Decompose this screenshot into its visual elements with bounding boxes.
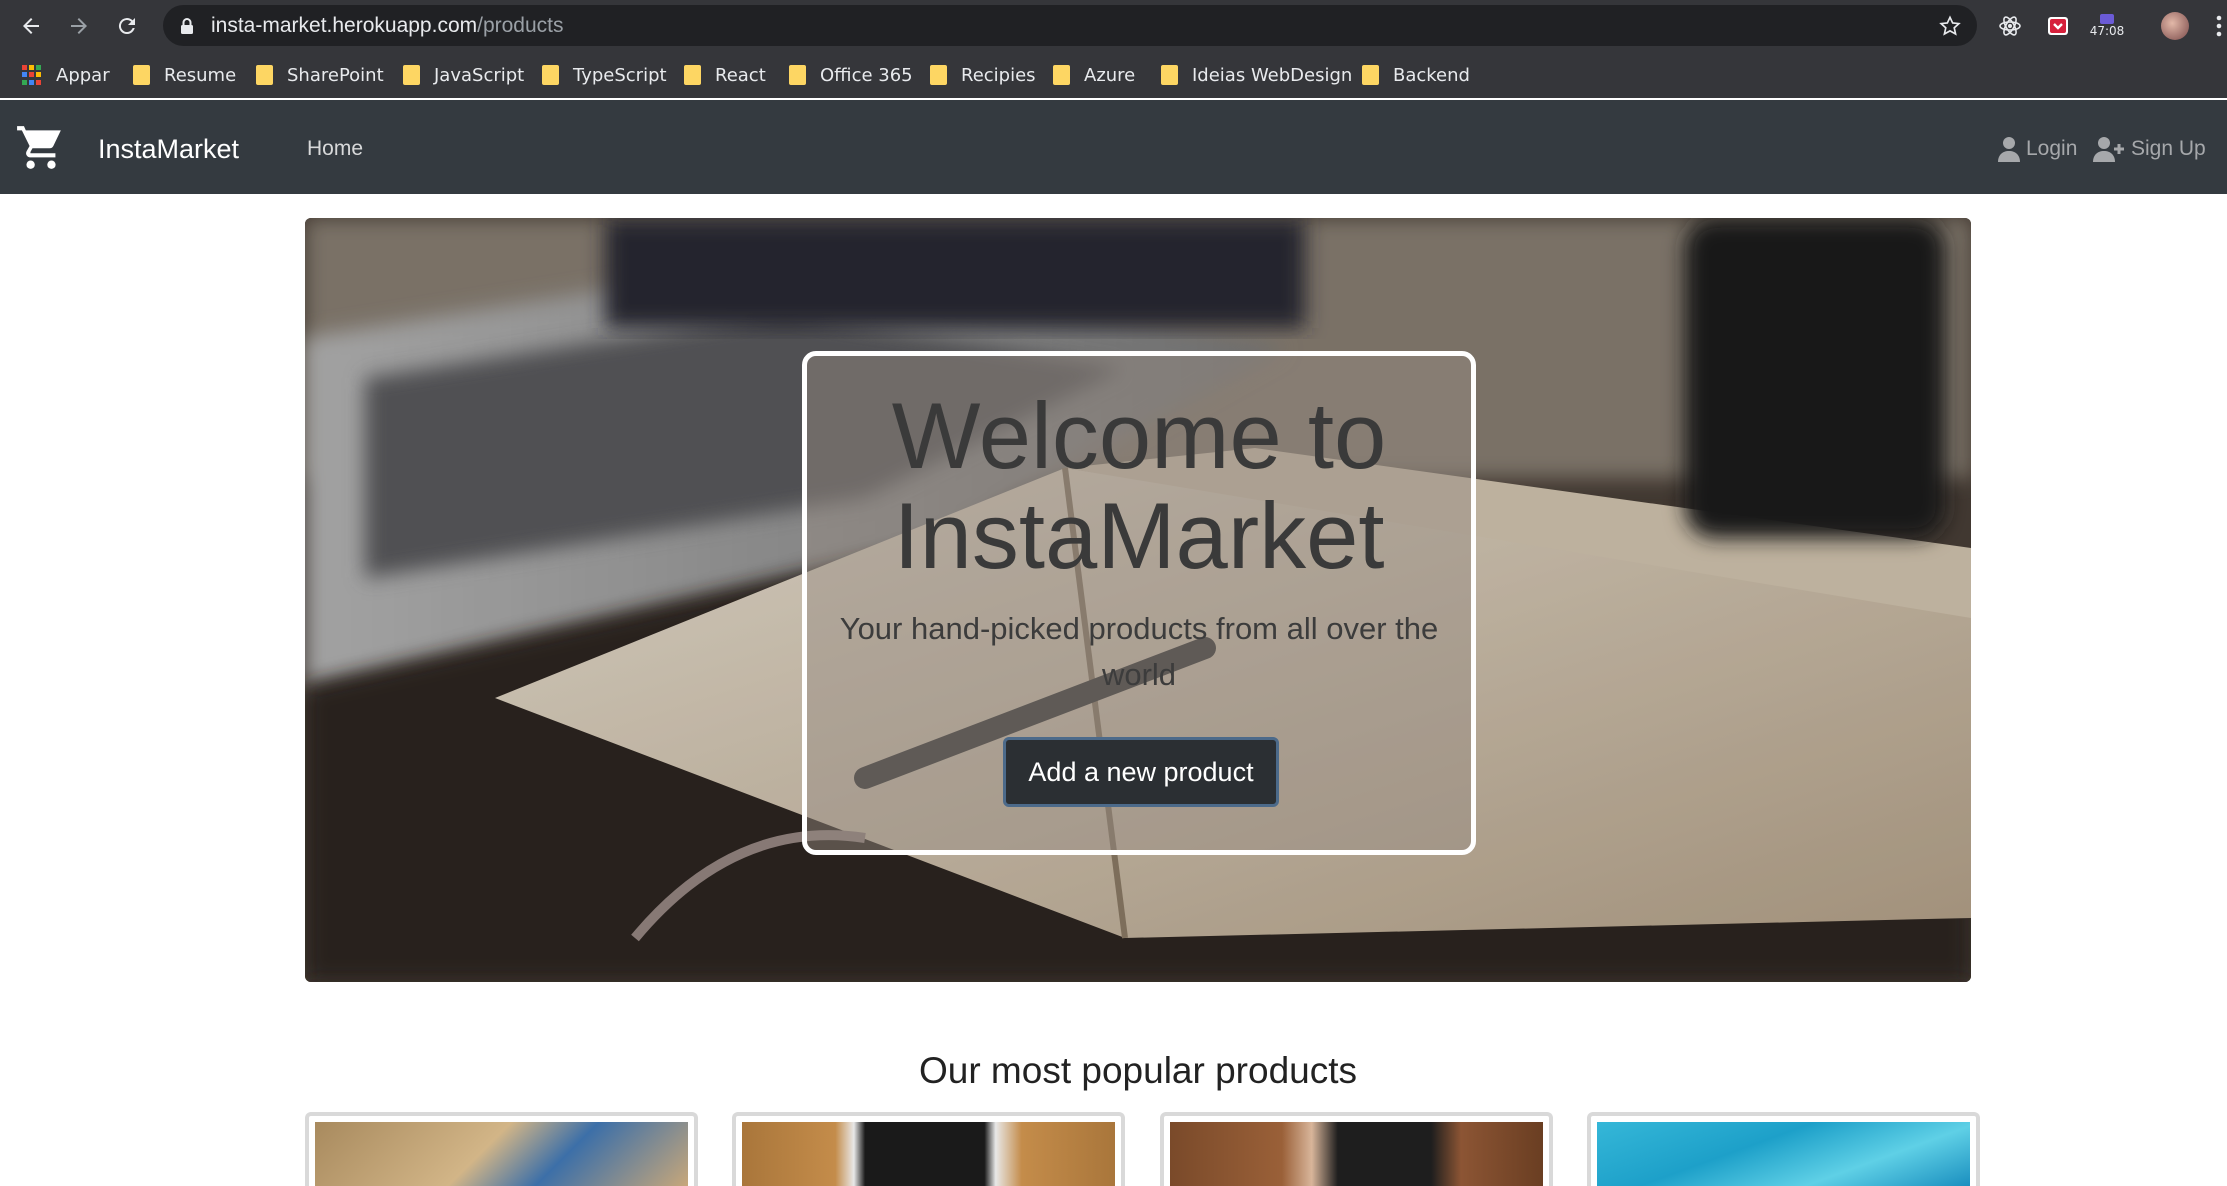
site-navbar: InstaMarket Home Login Sign Up bbox=[0, 100, 2227, 194]
bookmark-label: TypeScript bbox=[573, 64, 667, 86]
forward-arrow-icon bbox=[71, 18, 87, 34]
react-devtools-extension[interactable] bbox=[1995, 11, 2025, 41]
bookmarks-bar: Appar Resume SharePoint JavaScript TypeS… bbox=[0, 52, 2227, 98]
bookmark-label: Office 365 bbox=[820, 64, 913, 86]
nav-link-home[interactable]: Home bbox=[307, 100, 363, 198]
bookmark-sharepoint[interactable]: SharePoint bbox=[256, 52, 384, 98]
bookmark-label: JavaScript bbox=[434, 64, 525, 86]
pocket-extension[interactable] bbox=[2043, 11, 2073, 41]
folder-icon bbox=[133, 65, 150, 85]
signup-link[interactable]: Sign Up bbox=[2093, 100, 2206, 198]
bookmark-javascript[interactable]: JavaScript bbox=[403, 52, 524, 98]
bookmark-label: Ideias WebDesign bbox=[1192, 64, 1353, 86]
product-card[interactable] bbox=[732, 1112, 1125, 1186]
bookmark-star-button[interactable] bbox=[1937, 13, 1963, 39]
folder-icon bbox=[542, 65, 559, 85]
hero-subtitle: Your hand-picked products from all over … bbox=[839, 611, 1439, 692]
timer-extension[interactable]: 47:08 bbox=[2090, 11, 2124, 41]
bookmark-react[interactable]: React bbox=[684, 52, 766, 98]
shopping-cart-icon[interactable] bbox=[15, 122, 65, 172]
login-label: Login bbox=[2026, 137, 2078, 160]
url-path: /products bbox=[477, 14, 564, 37]
forward-button[interactable] bbox=[63, 10, 95, 42]
bookmark-label: React bbox=[715, 64, 766, 86]
browser-menu-button[interactable] bbox=[2210, 11, 2227, 41]
bookmark-typescript[interactable]: TypeScript bbox=[542, 52, 667, 98]
bookmark-appar[interactable]: Appar bbox=[22, 52, 110, 98]
lock-icon bbox=[181, 18, 193, 34]
back-arrow-icon bbox=[23, 18, 39, 34]
browser-toolbar: insta-market.herokuapp.com/products 47:0… bbox=[0, 0, 2227, 52]
url-text[interactable]: insta-market.herokuapp.com/products bbox=[211, 5, 564, 46]
product-image-phone-on-desk bbox=[315, 1122, 688, 1186]
product-image-blue-water bbox=[1597, 1122, 1970, 1186]
product-card[interactable] bbox=[1160, 1112, 1553, 1186]
hero-title: Welcome to InstaMarket bbox=[891, 383, 1387, 588]
folder-icon bbox=[789, 65, 806, 85]
address-bar[interactable]: insta-market.herokuapp.com/products bbox=[163, 5, 1977, 46]
add-product-button[interactable]: Add a new product bbox=[1003, 737, 1279, 807]
brand-link[interactable]: InstaMarket bbox=[98, 100, 239, 198]
back-button[interactable] bbox=[15, 10, 47, 42]
folder-icon bbox=[1161, 65, 1178, 85]
bookmark-label: Backend bbox=[1393, 64, 1470, 86]
folder-icon bbox=[256, 65, 273, 85]
url-host: insta-market.herokuapp.com bbox=[211, 14, 478, 37]
login-link[interactable]: Login bbox=[1998, 100, 2077, 198]
reload-icon bbox=[118, 18, 135, 35]
bookmark-label: Appar bbox=[56, 64, 110, 86]
product-card[interactable] bbox=[305, 1112, 698, 1186]
signup-label: Sign Up bbox=[2131, 137, 2206, 160]
bookmark-label: SharePoint bbox=[287, 64, 384, 86]
product-image-phone-in-hand bbox=[1170, 1122, 1543, 1186]
bookmark-resume[interactable]: Resume bbox=[133, 52, 236, 98]
folder-icon bbox=[1053, 65, 1070, 85]
bookmark-label: Resume bbox=[164, 64, 237, 86]
star-icon bbox=[1939, 15, 1961, 36]
folder-icon bbox=[1362, 65, 1379, 85]
hero-jumbotron: Welcome to InstaMarket Your hand-picked … bbox=[305, 218, 1971, 982]
user-plus-icon bbox=[2093, 137, 2124, 162]
user-icon bbox=[1998, 137, 2020, 162]
reload-button[interactable] bbox=[111, 10, 143, 42]
folder-icon bbox=[684, 65, 701, 85]
timer-icon bbox=[2100, 14, 2114, 24]
bookmark-office-365[interactable]: Office 365 bbox=[789, 52, 913, 98]
bookmark-azure[interactable]: Azure bbox=[1053, 52, 1135, 98]
bookmark-ideias-webdesign[interactable]: Ideias WebDesign bbox=[1161, 52, 1352, 98]
bookmark-recipies[interactable]: Recipies bbox=[930, 52, 1036, 98]
product-image-laptop-on-wood bbox=[742, 1122, 1115, 1186]
kebab-menu-icon bbox=[2216, 15, 2221, 37]
bookmark-label: Recipies bbox=[961, 64, 1036, 86]
popular-products-heading: Our most popular products bbox=[918, 1050, 1358, 1091]
product-card[interactable] bbox=[1587, 1112, 1980, 1186]
bookmark-label: Azure bbox=[1084, 64, 1136, 86]
apps-grid-icon bbox=[22, 65, 42, 85]
react-atom-icon bbox=[1999, 16, 2021, 36]
profile-avatar-button[interactable] bbox=[2160, 11, 2190, 41]
pocket-icon bbox=[2048, 17, 2068, 35]
folder-icon bbox=[403, 65, 420, 85]
hero-card: Welcome to InstaMarket Your hand-picked … bbox=[802, 351, 1476, 855]
avatar bbox=[2161, 12, 2189, 40]
timer-text: 47:08 bbox=[2089, 24, 2125, 38]
bookmark-backend[interactable]: Backend bbox=[1362, 52, 1470, 98]
folder-icon bbox=[930, 65, 947, 85]
